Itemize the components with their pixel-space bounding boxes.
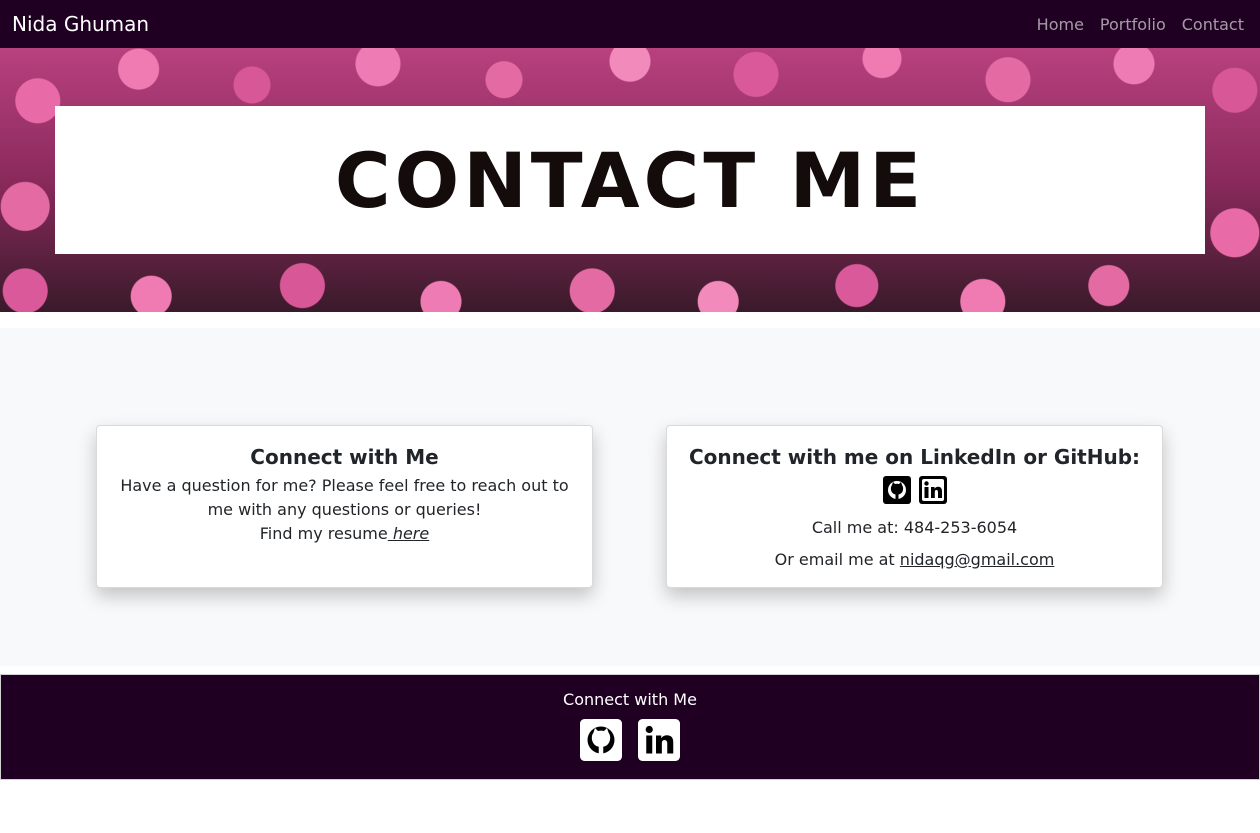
connect-card-title: Connect with Me xyxy=(250,445,439,469)
resume-prefix: Find my resume xyxy=(259,524,388,543)
footer: Connect with Me xyxy=(0,674,1260,780)
hero-banner: CONTACT ME xyxy=(0,48,1260,312)
nav-links: Home Portfolio Contact xyxy=(1037,15,1248,34)
connect-card-text: Have a question for me? Please feel free… xyxy=(120,476,569,519)
phone-line: Call me at: 484-253-6054 xyxy=(685,516,1144,540)
hero-title-box: CONTACT ME xyxy=(55,106,1205,254)
nav-link-contact[interactable]: Contact xyxy=(1182,15,1244,34)
resume-link[interactable]: here xyxy=(388,524,429,543)
footer-linkedin-icon[interactable] xyxy=(638,719,680,765)
social-card: Connect with me on LinkedIn or GitHub: C… xyxy=(666,425,1163,588)
github-icon[interactable] xyxy=(882,476,911,508)
connect-card: Connect with Me Have a question for me? … xyxy=(96,425,593,588)
footer-github-icon[interactable] xyxy=(580,719,622,765)
social-card-title: Connect with me on LinkedIn or GitHub: xyxy=(688,445,1141,469)
footer-title: Connect with Me xyxy=(563,690,697,709)
nav-link-home[interactable]: Home xyxy=(1037,15,1084,34)
hero-title: CONTACT ME xyxy=(334,135,926,225)
footer-icons xyxy=(1,719,1259,765)
email-link[interactable]: nidaqg@gmail.com xyxy=(900,550,1055,569)
linkedin-icon[interactable] xyxy=(918,476,947,508)
email-prefix: Or email me at xyxy=(774,550,900,569)
resume-line: Find my resume here xyxy=(115,522,574,546)
phone-number: 484-253-6054 xyxy=(903,518,1018,537)
social-icons xyxy=(685,476,1144,508)
navbar: Nida Ghuman Home Portfolio Contact xyxy=(0,0,1260,48)
brand-link[interactable]: Nida Ghuman xyxy=(12,12,149,36)
main-section: Connect with Me Have a question for me? … xyxy=(0,328,1260,666)
nav-link-portfolio[interactable]: Portfolio xyxy=(1100,15,1166,34)
phone-prefix: Call me at: xyxy=(811,518,904,537)
email-line: Or email me at nidaqg@gmail.com xyxy=(685,548,1144,572)
